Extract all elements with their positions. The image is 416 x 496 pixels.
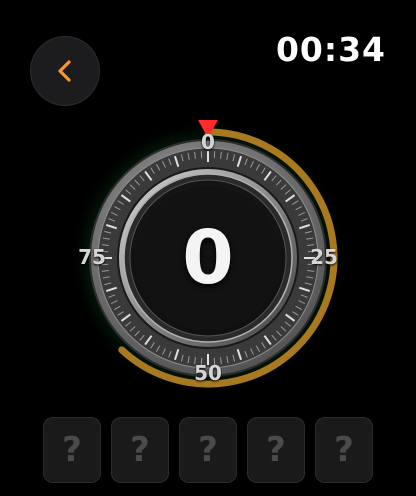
code-slots: ? ? ? ? ? xyxy=(0,417,416,483)
code-slot-2: ? xyxy=(111,417,169,483)
dial-label-75: 75 xyxy=(78,245,106,269)
code-slot-3: ? xyxy=(179,417,237,483)
code-slot-4: ? xyxy=(247,417,305,483)
code-slot-1: ? xyxy=(43,417,101,483)
dial-label-50: 50 xyxy=(194,361,222,385)
dial-graphic[interactable] xyxy=(0,0,416,400)
current-dial-value: 0 xyxy=(182,215,234,301)
combination-dial[interactable]: 0 25 50 75 0 xyxy=(0,0,416,400)
dial-label-0: 0 xyxy=(201,130,215,154)
lock-game-screen: 00:34 0 25 50 75 0 ? ? ? ? ? xyxy=(0,0,416,496)
dial-label-25: 25 xyxy=(310,245,338,269)
code-slot-5: ? xyxy=(315,417,373,483)
